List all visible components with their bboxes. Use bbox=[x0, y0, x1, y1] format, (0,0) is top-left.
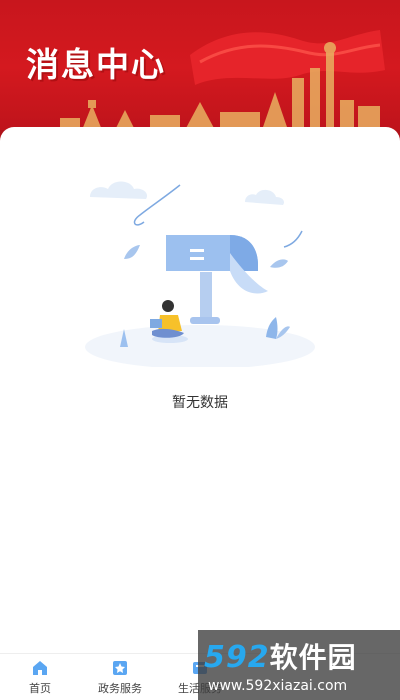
tab-government-service[interactable]: 政务服务 bbox=[80, 654, 160, 700]
watermark-logo-number: 592 bbox=[204, 640, 270, 675]
empty-mailbox-illustration bbox=[85, 181, 315, 367]
watermark-url: www.592xiazai.com bbox=[208, 678, 348, 694]
tab-home[interactable]: 首页 bbox=[0, 654, 80, 700]
government-service-icon bbox=[113, 660, 127, 675]
content-card: 暂无数据 bbox=[0, 127, 400, 657]
watermark-logo: 592软件园 bbox=[204, 636, 357, 676]
page-title: 消息中心 bbox=[26, 45, 166, 84]
home-icon bbox=[33, 660, 47, 675]
watermark-logo-text: 软件园 bbox=[269, 641, 357, 674]
tab-government-service-label: 政务服务 bbox=[98, 681, 142, 695]
tab-home-label: 首页 bbox=[29, 681, 51, 695]
watermark: 592软件园 www.592xiazai.com bbox=[198, 630, 400, 700]
empty-state-message: 暂无数据 bbox=[172, 395, 228, 411]
